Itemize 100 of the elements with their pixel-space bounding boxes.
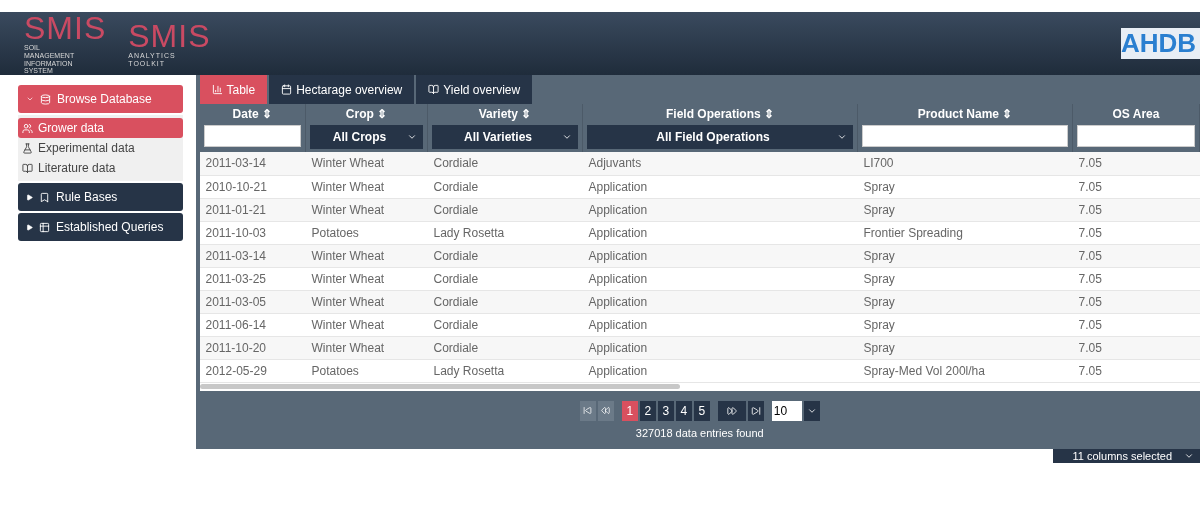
table-cell: 7.05 [1072, 221, 1200, 244]
caret-down-icon [26, 95, 34, 103]
table-cell: Application [582, 175, 858, 198]
caret-icon [407, 132, 417, 142]
table-cell: Spray [857, 290, 1073, 313]
users-icon [22, 122, 33, 134]
table-cell: Cordiale [427, 244, 583, 267]
caret-right-icon [26, 193, 33, 201]
table-cell: 7.05 [1072, 290, 1200, 313]
page-button[interactable]: 2 [639, 400, 656, 421]
table-cell: 7.05 [1072, 198, 1200, 221]
table-cell: Cordiale [427, 313, 583, 336]
caret-right-icon [26, 223, 33, 231]
table-cell: Application [582, 313, 858, 336]
sidebar-section[interactable]: Browse Database [18, 85, 183, 113]
caret-icon [562, 132, 572, 142]
sidebar-section[interactable]: Rule Bases [18, 183, 183, 211]
table-icon [39, 221, 50, 233]
bookmark-icon [39, 191, 50, 203]
table-cell: 7.05 [1072, 152, 1200, 175]
next-page-button[interactable] [717, 400, 746, 421]
table-cell: Winter Wheat [305, 290, 428, 313]
table-cell: 7.05 [1072, 336, 1200, 359]
table-cell: 2011-03-25 [199, 267, 306, 290]
table-cell: Winter Wheat [305, 175, 428, 198]
table-cell: Adjuvants [582, 152, 858, 175]
column-header[interactable]: Variety ⇕ [432, 107, 578, 121]
table-cell: Spray [857, 267, 1073, 290]
bar-chart-icon [211, 84, 223, 95]
table-cell: 2011-03-14 [199, 244, 306, 267]
entries-count: 327018 data entries found [635, 426, 764, 439]
column-header[interactable]: Field Operations ⇕ [587, 107, 853, 121]
table-cell: Cordiale [427, 290, 583, 313]
filter-field[interactable] [1077, 125, 1195, 147]
sidebar-item[interactable]: Grower data [18, 118, 183, 138]
tab[interactable]: Table [199, 75, 268, 104]
table-cell: 2011-10-20 [199, 336, 306, 359]
table-cell: 7.05 [1072, 267, 1200, 290]
table-cell: Application [582, 290, 858, 313]
table-cell: Potatoes [305, 359, 428, 382]
table-cell: Winter Wheat [305, 152, 428, 175]
table-cell: LI700 [857, 152, 1073, 175]
table-cell: Cordiale [427, 198, 583, 221]
filter-dropdown[interactable]: All Varieties [432, 125, 578, 149]
table-cell: Winter Wheat [305, 336, 428, 359]
fast-forward-icon [726, 405, 737, 416]
table-cell: Spray [857, 244, 1073, 267]
filter-dropdown[interactable]: All Field Operations [587, 125, 853, 149]
table-cell: Application [582, 244, 858, 267]
table-cell: Winter Wheat [305, 313, 428, 336]
sidebar-section[interactable]: Established Queries [18, 213, 183, 241]
table-cell: Application [582, 221, 858, 244]
column-header[interactable]: Crop ⇕ [310, 107, 423, 121]
table-cell: Spray [857, 313, 1073, 336]
table-cell: 2011-06-14 [199, 313, 306, 336]
table-cell: Spray [857, 175, 1073, 198]
table-cell: Lady Rosetta [427, 359, 583, 382]
table-cell: Winter Wheat [305, 198, 428, 221]
book-icon [22, 162, 33, 174]
filter-field[interactable] [862, 125, 1068, 147]
page-size-dropdown[interactable] [803, 400, 820, 421]
table-cell: Potatoes [305, 221, 428, 244]
table-cell: Spray [857, 336, 1073, 359]
caret-icon [837, 132, 847, 142]
book-icon [428, 84, 440, 95]
logo-title: SMIS [128, 19, 211, 52]
page-button[interactable]: 4 [675, 400, 692, 421]
filter-dropdown[interactable]: All Crops [310, 125, 423, 149]
first-page-button[interactable] [579, 400, 596, 421]
table-cell: Cordiale [427, 175, 583, 198]
table-cell: Winter Wheat [305, 244, 428, 267]
skip-forward-icon [750, 405, 761, 416]
page-size-field[interactable]: 10 [771, 400, 802, 421]
table-cell: 7.05 [1072, 244, 1200, 267]
table-cell: 2012-05-29 [199, 359, 306, 382]
table-cell: 2011-01-21 [199, 198, 306, 221]
table-cell: Spray [857, 198, 1073, 221]
table-cell: Cordiale [427, 152, 583, 175]
table-cell: 2010-10-21 [199, 175, 306, 198]
scrollbar-thumb[interactable] [199, 383, 680, 389]
rewind-icon [601, 406, 611, 415]
table-cell: 7.05 [1072, 175, 1200, 198]
ahdb-logo: AHDB [1120, 28, 1200, 59]
last-page-button[interactable] [747, 400, 764, 421]
page-button[interactable]: 1 [621, 400, 638, 421]
sidebar-item[interactable]: Literature data [18, 158, 183, 178]
table-cell: Application [582, 267, 858, 290]
flask-icon [22, 142, 33, 154]
table-cell: Application [582, 336, 858, 359]
tab[interactable]: Yield overview [416, 75, 533, 104]
page-button[interactable]: 3 [657, 400, 674, 421]
table-cell: 7.05 [1072, 359, 1200, 382]
skip-back-icon [583, 406, 593, 415]
previous-page-button[interactable] [597, 400, 614, 421]
filter-field[interactable] [203, 125, 301, 147]
tab[interactable]: Hectarage overview [269, 75, 415, 104]
table-cell: 7.05 [1072, 313, 1200, 336]
sidebar-item[interactable]: Experimental data [18, 138, 183, 158]
table-cell: 2011-03-05 [199, 290, 306, 313]
page-button[interactable]: 5 [693, 400, 710, 421]
